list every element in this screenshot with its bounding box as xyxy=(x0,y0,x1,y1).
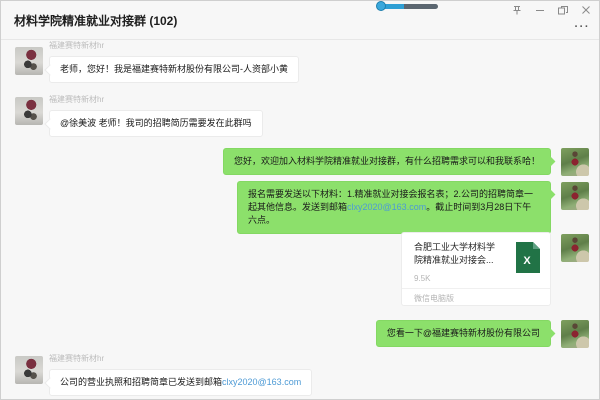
file-source: 微信电脑版 xyxy=(414,293,454,304)
file-title: 合肥工业大学材料学院精准就业对接会... xyxy=(414,241,498,267)
wechat-group-chat-window: 材料学院精准就业对接群 (102) xyxy=(0,0,600,400)
message-bubble: 您好，欢迎加入材料学院精准就业对接群，有什么招聘需求可以和我联系哈！ xyxy=(223,148,551,175)
sender-name: 福建赛特新材hr xyxy=(49,354,104,364)
window-controls xyxy=(510,3,593,17)
excel-file-icon: X xyxy=(516,242,540,278)
message-bubble: 您看一下@福建赛特新材股份有限公司 xyxy=(376,320,551,347)
avatar[interactable] xyxy=(561,234,589,262)
email-link[interactable]: clxy2020@163.com xyxy=(347,202,426,212)
message-bubble: 报名需要发送以下材料：1.精准就业对接会报名表；2.公司的招聘简章一起其他信息。… xyxy=(237,181,551,234)
close-icon[interactable] xyxy=(579,3,593,17)
avatar[interactable] xyxy=(15,97,43,125)
avatar[interactable] xyxy=(15,356,43,384)
message-bubble: 老师，您好！我是福建赛特新材股份有限公司-人资部小黄 xyxy=(49,56,299,83)
file-size: 9.5K xyxy=(414,274,430,283)
scrub-slider-knob[interactable] xyxy=(376,1,386,11)
sender-name: 福建赛特新材hr xyxy=(49,41,104,51)
chat-title: 材料学院精准就业对接群 (102) xyxy=(14,12,177,29)
restore-icon[interactable] xyxy=(556,3,570,17)
message-bubble: @徐美波 老师！我司的招聘简历需要发在此群吗 xyxy=(49,110,263,137)
avatar[interactable] xyxy=(15,47,43,75)
message-bubble: 公司的营业执照和招聘简章已发送到邮箱clxy2020@163.com xyxy=(49,369,312,396)
avatar[interactable] xyxy=(561,182,589,210)
avatar[interactable] xyxy=(561,320,589,348)
file-card-divider xyxy=(402,288,550,289)
pin-icon[interactable] xyxy=(510,3,524,17)
more-options-icon[interactable]: ··· xyxy=(575,22,591,32)
sender-name: 福建赛特新材hr xyxy=(49,95,104,105)
email-link[interactable]: clxy2020@163.com xyxy=(222,377,301,387)
minimize-icon[interactable] xyxy=(533,3,547,17)
message-text: 公司的营业执照和招聘简章已发送到邮箱 xyxy=(60,377,222,387)
scrub-slider-track[interactable] xyxy=(382,4,438,9)
svg-text:X: X xyxy=(523,255,531,267)
titlebar-divider xyxy=(1,39,599,40)
file-message-card[interactable]: 合肥工业大学材料学院精准就业对接会... 9.5K X 微信电脑版 xyxy=(401,232,551,306)
avatar[interactable] xyxy=(561,148,589,176)
